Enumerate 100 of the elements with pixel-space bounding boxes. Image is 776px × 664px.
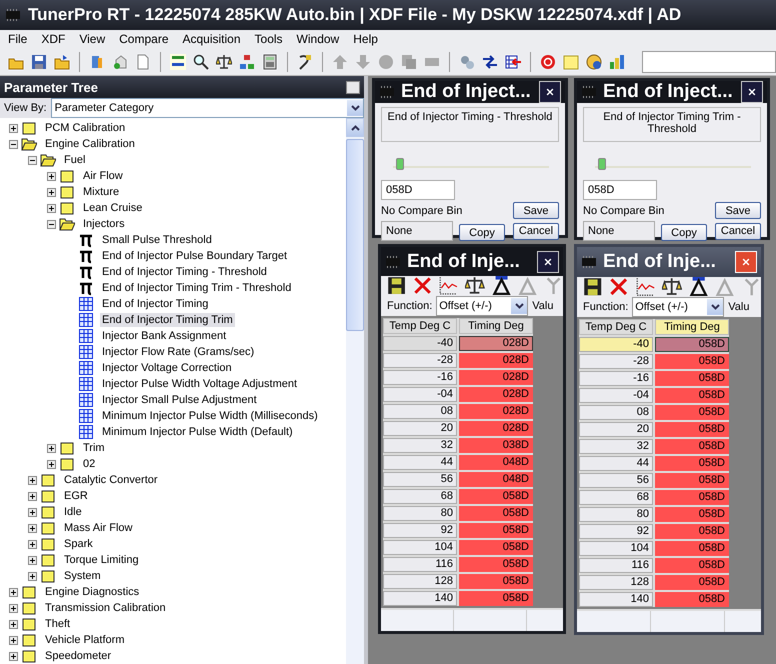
table-cell[interactable]: 058D (655, 405, 729, 420)
expand-icon[interactable] (9, 124, 18, 132)
column-header[interactable]: Temp Deg C (383, 318, 457, 334)
expand-icon[interactable] (28, 492, 37, 500)
table-cell[interactable]: 058D (655, 524, 729, 539)
menu-item[interactable]: Acquisition (176, 32, 248, 46)
expand-icon[interactable] (9, 620, 18, 628)
tree-item[interactable]: Lean Cruise (81, 201, 144, 215)
tree-item[interactable]: Minimum Injector Pulse Width (Default) (100, 425, 295, 439)
table-cell[interactable]: 028D (459, 353, 533, 368)
slider-thumb[interactable] (396, 158, 404, 170)
value-field[interactable]: 058D (381, 180, 455, 200)
copy-button[interactable]: Copy (661, 224, 707, 241)
table-cell[interactable]: 058D (459, 506, 533, 522)
menu-item[interactable]: File (1, 32, 34, 46)
expand-icon[interactable] (9, 636, 18, 644)
slider[interactable] (393, 156, 549, 168)
function-dropdown[interactable]: Offset (+/-) (632, 296, 724, 316)
menu-item[interactable]: Window (290, 32, 346, 46)
close-button[interactable] (346, 80, 360, 94)
table-cell[interactable]: 058D (655, 337, 729, 352)
tree-item[interactable]: Small Pulse Threshold (100, 233, 214, 247)
expand-icon[interactable] (28, 508, 37, 516)
table-cell[interactable]: 058D (655, 371, 729, 386)
table-cell[interactable]: 058D (655, 558, 729, 573)
table-cell[interactable]: 028D (459, 404, 533, 420)
close-button[interactable] (539, 81, 561, 103)
table-cell[interactable]: 058D (459, 557, 533, 572)
table-cell[interactable]: 048D (459, 472, 533, 488)
menu-item[interactable]: Tools (248, 32, 290, 46)
tree-item[interactable]: Injector Small Pulse Adjustment (100, 393, 259, 407)
line-graph-icon[interactable] (439, 276, 458, 296)
tree-item[interactable]: System (62, 569, 103, 583)
tree-item[interactable]: Injector Voltage Correction (100, 361, 234, 375)
table-cell[interactable]: 058D (655, 439, 729, 454)
table-cell[interactable]: 058D (655, 490, 729, 505)
table-cell[interactable]: 038D (459, 438, 533, 454)
tree-item[interactable]: Engine Diagnostics (43, 585, 142, 599)
function-dropdown[interactable]: Offset (+/-) (436, 296, 528, 316)
table-cell[interactable]: 058D (459, 489, 533, 504)
delta-icon[interactable] (715, 276, 735, 296)
collapse-icon[interactable] (9, 140, 18, 148)
copy-button[interactable]: Copy (459, 224, 505, 241)
save-icon[interactable] (583, 276, 602, 296)
table-cell[interactable]: 028D (459, 336, 533, 352)
table-cell[interactable]: 058D (459, 574, 533, 590)
expand-icon[interactable] (47, 172, 56, 180)
tree-item[interactable]: Mass Air Flow (62, 521, 134, 535)
tree-item[interactable]: PCM Calibration (43, 121, 128, 135)
cancel-button[interactable]: Cancel (513, 222, 559, 240)
table-cell[interactable]: 028D (459, 421, 533, 436)
cross-icon[interactable] (609, 276, 629, 296)
gauge-icon[interactable] (584, 52, 604, 72)
tree-item[interactable]: Torque Limiting (62, 553, 141, 567)
tree-item[interactable]: Air Flow (81, 169, 125, 183)
tree-item[interactable]: Speedometer (43, 649, 114, 663)
tree-item[interactable]: Trim (81, 441, 107, 455)
tree-item[interactable]: Idle (62, 505, 84, 519)
tree-item[interactable]: Injector Bank Assignment (100, 329, 228, 343)
table-cell[interactable]: 058D (459, 591, 533, 606)
line-graph-icon[interactable] (636, 276, 656, 296)
menu-item[interactable]: XDF (34, 32, 72, 46)
cancel-button[interactable]: Cancel (715, 222, 761, 240)
expand-icon[interactable] (9, 604, 18, 612)
scale-icon[interactable] (662, 276, 682, 296)
delta-icon[interactable] (688, 276, 708, 296)
slider-thumb[interactable] (598, 158, 606, 170)
view-by-dropdown[interactable]: Parameter Category (50, 98, 364, 118)
collapse-icon[interactable] (28, 156, 37, 164)
save-button[interactable]: Save (715, 202, 761, 219)
table-cell[interactable]: 058D (655, 354, 729, 369)
menu-item[interactable]: View (72, 32, 112, 46)
delta-icon[interactable] (492, 276, 511, 296)
tree-item[interactable]: Injectors (81, 217, 127, 231)
tree-item[interactable]: Mixture (81, 185, 122, 199)
table-cell[interactable]: 058D (655, 422, 729, 437)
expand-icon[interactable] (28, 476, 37, 484)
tree-item[interactable]: End of Injector Timing - Threshold (100, 265, 269, 279)
expand-icon[interactable] (47, 444, 56, 452)
expand-icon[interactable] (47, 188, 56, 196)
value-field[interactable]: 058D (583, 180, 657, 200)
menu-item[interactable]: Help (346, 32, 385, 46)
table-cell[interactable]: 058D (655, 388, 729, 403)
table-cell[interactable]: 048D (459, 455, 533, 470)
tree-item[interactable]: End of Injector Timing Trim (100, 313, 235, 327)
table-cell[interactable]: 058D (655, 575, 729, 590)
table-cell[interactable]: 058D (655, 507, 729, 522)
tree-item[interactable]: Catalytic Convertor (62, 473, 160, 487)
table-cell[interactable]: 058D (459, 540, 533, 556)
tree-item[interactable]: Minimum Injector Pulse Width (Milliseconds) (100, 409, 320, 423)
close-button[interactable] (537, 250, 559, 273)
collapse-icon[interactable] (47, 220, 56, 228)
expand-icon[interactable] (47, 460, 56, 468)
expand-icon[interactable] (28, 524, 37, 532)
table-cell[interactable]: 058D (655, 473, 729, 488)
table-cell[interactable]: 058D (655, 456, 729, 471)
scrollbar[interactable] (346, 118, 364, 664)
slider[interactable] (595, 156, 751, 168)
expand-icon[interactable] (47, 204, 56, 212)
tree-item[interactable]: Fuel (62, 153, 88, 167)
